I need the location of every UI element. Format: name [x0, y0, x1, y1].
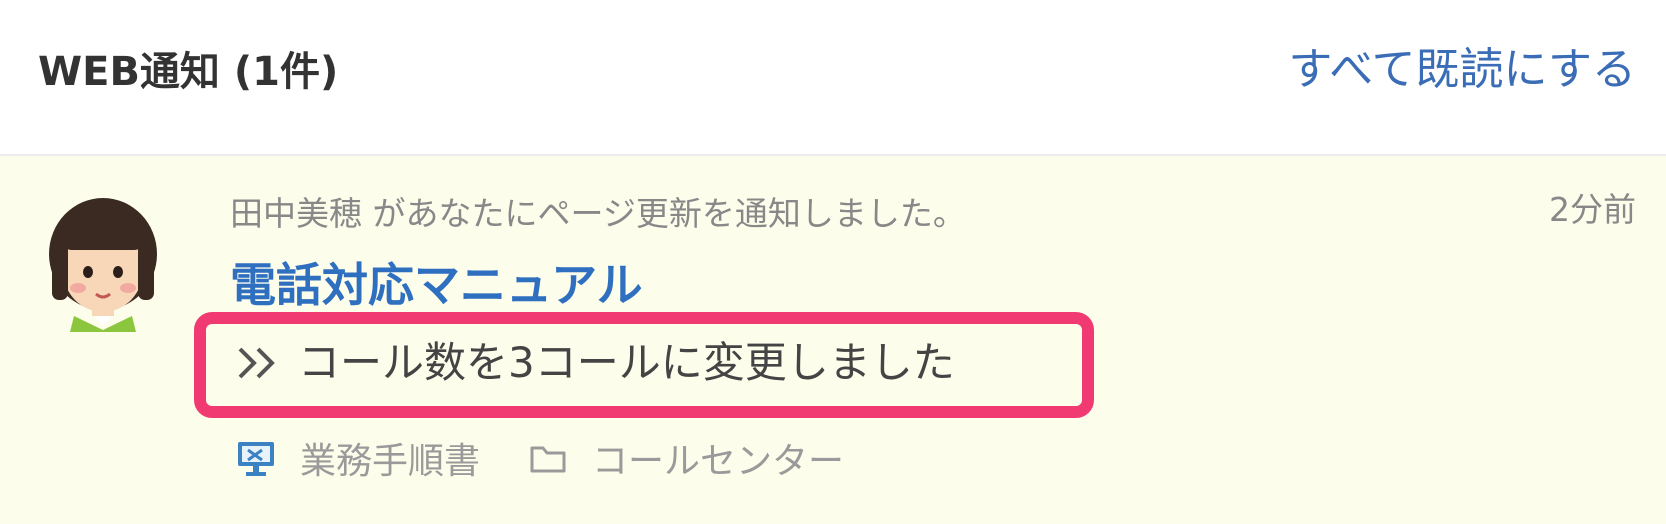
category-label: 業務手順書: [300, 441, 481, 482]
folder-tag[interactable]: コールセンター: [528, 432, 844, 484]
notification-meta: 業務手順書 コールセンター: [236, 428, 844, 488]
double-chevron-right-icon: [238, 347, 275, 379]
mark-all-read-link[interactable]: すべて既読にする: [1288, 40, 1636, 100]
notification-panel: WEB通知 (1件) すべて既読にする 田中美穂 があなたにページ更新を通知しま…: [0, 0, 1666, 524]
notification-timestamp: 2分前: [1549, 190, 1636, 229]
folder-icon: [530, 446, 566, 473]
change-note-text: コール数を3コールに変更しました: [298, 338, 955, 387]
change-note: コール数を3コールに変更しました: [236, 332, 955, 394]
notification-page-title-link[interactable]: 電話対応マニュアル: [230, 252, 643, 318]
panel-header: WEB通知 (1件) すべて既読にする: [0, 0, 1666, 156]
avatar: [49, 198, 157, 332]
notification-actor-line: 田中美穂 があなたにページ更新を通知しました。: [230, 194, 966, 233]
panel-title: WEB通知 (1件): [38, 49, 339, 95]
category-tag[interactable]: 業務手順書: [236, 432, 480, 484]
monitor-tools-icon: [238, 442, 274, 476]
notification-item[interactable]: 田中美穂 があなたにページ更新を通知しました。 2分前 電話対応マニュアル コー…: [0, 156, 1666, 524]
folder-label: コールセンター: [592, 441, 845, 482]
